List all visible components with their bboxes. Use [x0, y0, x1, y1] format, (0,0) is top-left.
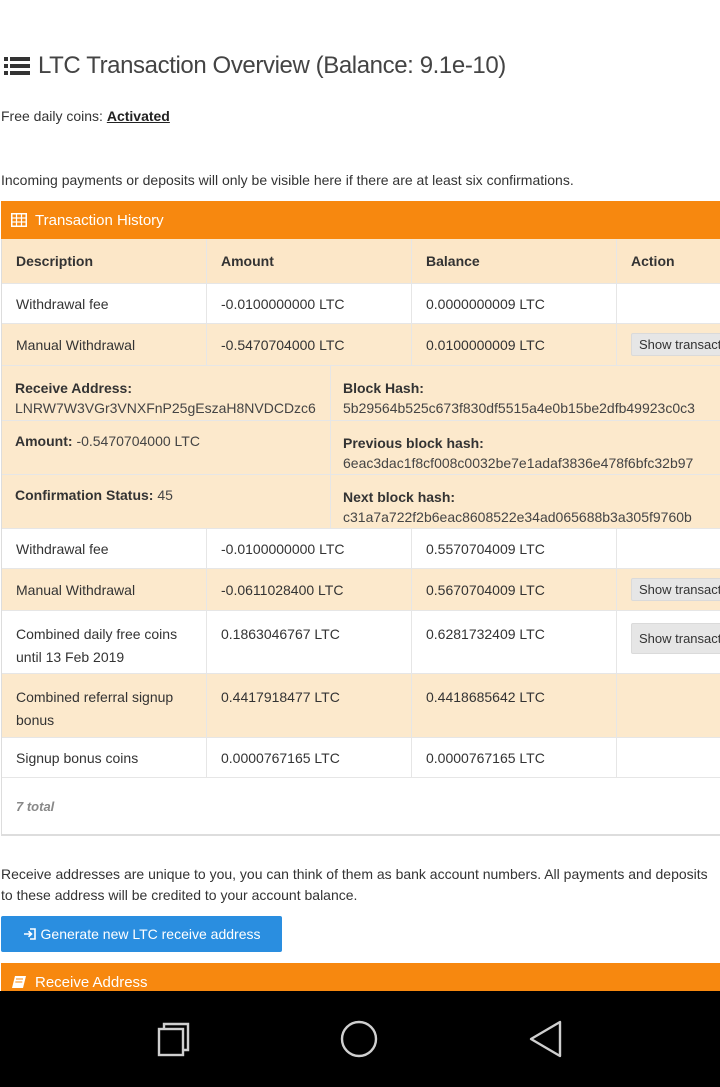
- row-action: [617, 738, 720, 777]
- row-amount: -0.0100000000 LTC: [207, 284, 412, 323]
- row-action: [617, 529, 720, 568]
- row-description: Manual Withdrawal: [2, 569, 207, 610]
- show-transaction-button[interactable]: Show transaction: [631, 578, 720, 601]
- transaction-history-header: Transaction History: [1, 201, 720, 239]
- confirmation-value: 45: [157, 487, 173, 503]
- row-balance: 0.0000000009 LTC: [412, 284, 617, 323]
- transaction-detail-row: Amount: -0.5470704000 LTC Previous block…: [2, 421, 720, 475]
- row-balance: 0.6281732409 LTC: [412, 611, 617, 673]
- row-action: [617, 284, 720, 323]
- next-hash-value[interactable]: c31a7a722f2b6eac8608522e34ad065688b3a305…: [343, 509, 692, 525]
- block-hash-label: Block Hash:: [343, 380, 424, 396]
- amount-value: -0.5470704000 LTC: [76, 433, 200, 449]
- back-button[interactable]: [516, 1009, 576, 1069]
- home-icon: [340, 1020, 378, 1058]
- transaction-detail-row: Confirmation Status: 45 Next block hash:…: [2, 475, 720, 529]
- row-balance: 0.5670704009 LTC: [412, 569, 617, 610]
- transaction-history-title: Transaction History: [35, 211, 164, 229]
- back-icon: [529, 1020, 562, 1058]
- table-row: Manual Withdrawal -0.5470704000 LTC 0.01…: [2, 324, 720, 366]
- previous-hash-label: Previous block hash:: [343, 435, 484, 451]
- row-amount: -0.0100000000 LTC: [207, 529, 412, 568]
- column-header-amount: Amount: [207, 239, 412, 283]
- row-action: Show transaction: [617, 611, 720, 673]
- transaction-table: Description Amount Balance Action Withdr…: [1, 239, 720, 836]
- row-amount: 0.0000767165 LTC: [207, 738, 412, 777]
- row-balance: 0.0000767165 LTC: [412, 738, 617, 777]
- row-description: Signup bonus coins: [2, 738, 207, 777]
- row-amount: -0.0611028400 LTC: [207, 569, 412, 610]
- table-row: Withdrawal fee -0.0100000000 LTC 0.00000…: [2, 284, 720, 324]
- confirmation-label: Confirmation Status:: [15, 487, 154, 503]
- android-nav-bar: [0, 991, 720, 1087]
- next-hash-label: Next block hash:: [343, 489, 456, 505]
- generate-address-button[interactable]: Generate new LTC receive address: [1, 916, 282, 952]
- table-total: 7 total: [2, 778, 720, 836]
- row-action: Show transaction: [617, 324, 720, 365]
- block-hash-value[interactable]: 5b29564b525c673f830df5515a4e0b15be2dfb49…: [343, 400, 695, 416]
- row-description: Withdrawal fee: [2, 284, 207, 323]
- row-balance: 0.0100000009 LTC: [412, 324, 617, 365]
- previous-hash-detail: Previous block hash: 6eac3dac1f8cf008c00…: [331, 421, 720, 474]
- table-header-row: Description Amount Balance Action: [2, 239, 720, 284]
- previous-hash-value[interactable]: 6eac3dac1f8cf008c0032be7e1adaf3836e478f6…: [343, 455, 693, 471]
- recent-apps-icon: [157, 1022, 190, 1057]
- table-icon: [11, 213, 27, 227]
- confirmation-detail: Confirmation Status: 45: [2, 475, 331, 528]
- list-icon: [4, 57, 30, 75]
- home-button[interactable]: [329, 1009, 389, 1069]
- generate-address-label: Generate new LTC receive address: [40, 926, 261, 942]
- receive-address-detail: Receive Address: LNRW7W3VGr3VNXFnP25gEsz…: [2, 366, 331, 420]
- amount-detail: Amount: -0.5470704000 LTC: [2, 421, 331, 474]
- row-balance: 0.4418685642 LTC: [412, 674, 617, 737]
- next-hash-detail: Next block hash: c31a7a722f2b6eac8608522…: [331, 475, 720, 528]
- column-header-action: Action: [631, 253, 675, 269]
- table-row: Signup bonus coins 0.0000767165 LTC 0.00…: [2, 738, 720, 778]
- row-amount: 0.4417918477 LTC: [207, 674, 412, 737]
- page-title: LTC Transaction Overview (Balance: 9.1e-…: [4, 52, 506, 80]
- table-row: Combined referral signup bonus 0.4417918…: [2, 674, 720, 738]
- row-amount: 0.1863046767 LTC: [207, 611, 412, 673]
- row-description: Manual Withdrawal: [2, 324, 207, 365]
- sign-in-icon: [23, 928, 36, 940]
- row-action: [617, 674, 720, 737]
- receive-address-title: Receive Address: [35, 973, 148, 991]
- transaction-detail-row: Receive Address: LNRW7W3VGr3VNXFnP25gEsz…: [2, 366, 720, 421]
- free-coins-label: Free daily coins:: [1, 108, 103, 124]
- free-coins-line: Free daily coins: Activated: [1, 108, 170, 124]
- show-transaction-button[interactable]: Show transaction: [631, 333, 720, 356]
- receive-address-note: Receive addresses are unique to you, you…: [1, 866, 708, 903]
- page-title-text: LTC Transaction Overview (Balance: 9.1e-…: [38, 52, 506, 79]
- confirmation-info-text: Incoming payments or deposits will only …: [1, 172, 574, 188]
- table-row: Manual Withdrawal -0.0611028400 LTC 0.56…: [2, 569, 720, 611]
- column-header-description: Description: [2, 239, 207, 283]
- row-balance: 0.5570704009 LTC: [412, 529, 617, 568]
- row-description: Combined referral signup bonus: [2, 674, 207, 737]
- row-amount: -0.5470704000 LTC: [207, 324, 412, 365]
- row-description: Combined daily free coins until 13 Feb 2…: [2, 611, 207, 673]
- free-coins-status-link[interactable]: Activated: [107, 108, 170, 124]
- column-header-balance: Balance: [412, 239, 617, 283]
- block-hash-detail: Block Hash: 5b29564b525c673f830df5515a4e…: [331, 366, 720, 420]
- row-action: Show transaction: [617, 569, 720, 610]
- book-icon: [12, 976, 26, 988]
- receive-address-value: LNRW7W3VGr3VNXFnP25gEszaH8NVDCDzc6: [15, 400, 316, 416]
- recent-apps-button[interactable]: [143, 1009, 203, 1069]
- table-row: Combined daily free coins until 13 Feb 2…: [2, 611, 720, 674]
- table-row: Withdrawal fee -0.0100000000 LTC 0.55707…: [2, 529, 720, 569]
- show-transaction-button[interactable]: Show transaction: [631, 623, 720, 654]
- receive-address-label: Receive Address:: [15, 380, 132, 396]
- row-description: Withdrawal fee: [2, 529, 207, 568]
- amount-label: Amount:: [15, 433, 73, 449]
- page-content: LTC Transaction Overview (Balance: 9.1e-…: [0, 0, 720, 991]
- receive-address-header: Receive Address: [1, 963, 720, 991]
